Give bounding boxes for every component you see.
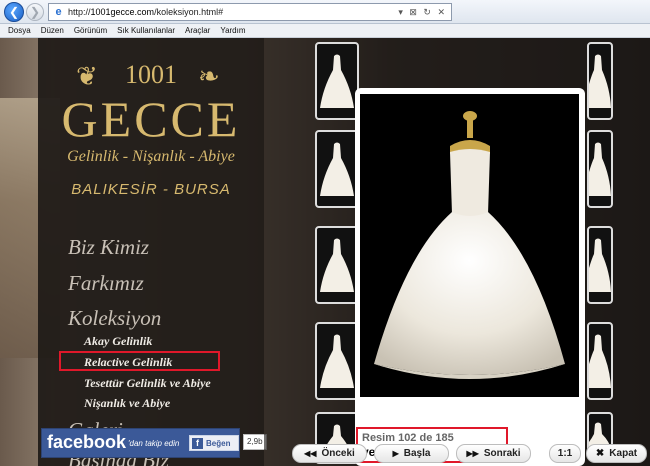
nav-sub-akay-gelinlik[interactable]: Akay Gelinlik	[84, 334, 152, 349]
start-label: Başla	[403, 448, 431, 459]
url-host: 1001gecce.com	[90, 7, 155, 17]
lightbox-counter: Resim 102 de 185	[362, 432, 454, 444]
facebook-like-label: Beğen	[206, 438, 231, 448]
actual-size-button[interactable]: 1:1	[549, 444, 581, 463]
facebook-like-button[interactable]: f Beğen	[189, 435, 239, 451]
double-right-arrow-icon: ▶▶	[466, 449, 479, 458]
dress-thumbnail-icon	[320, 334, 354, 388]
gallery-thumbnail[interactable]	[315, 42, 359, 120]
logo-number: 1001	[125, 60, 177, 89]
gallery-thumbnail[interactable]	[587, 226, 613, 304]
dress-thumbnail-icon	[589, 54, 611, 108]
web-page: ❦ ❧ 1001 GECCE Gelinlik - Nişanlık - Abi…	[0, 38, 650, 466]
dress-thumbnail-icon	[589, 238, 611, 292]
gallery-thumbnail[interactable]	[587, 130, 613, 208]
browser-toolbar: ❮ ❯ e http://1001gecce.com/koleksiyon.ht…	[0, 0, 650, 24]
gallery-thumbnail[interactable]	[315, 322, 359, 400]
lightbox	[355, 88, 585, 466]
address-bar[interactable]: e http://1001gecce.com/koleksiyon.html# …	[48, 3, 452, 21]
play-icon: ▶	[392, 449, 399, 458]
back-arrow-icon[interactable]: ❮	[4, 2, 24, 22]
next-label: Sonraki	[483, 448, 521, 459]
nav-farkimiz[interactable]: Farkımız	[68, 271, 144, 296]
menu-item-araclar[interactable]: Araçlar	[185, 26, 210, 35]
nav-sub-tesettur[interactable]: Tesettür Gelinlik ve Abiye	[84, 376, 211, 391]
dress-thumbnail-icon	[589, 334, 611, 388]
close-label: Kapat	[609, 448, 638, 459]
previous-label: Önceki	[321, 448, 355, 459]
gallery-thumbnail[interactable]	[315, 226, 359, 304]
dress-thumbnail-icon	[320, 238, 354, 292]
ie-page-icon: e	[55, 5, 62, 18]
menu-bar: Dosya Düzen Görünüm Sık Kullanılanlar Ar…	[0, 24, 650, 38]
address-tools-icon[interactable]: ▾ ⊠ ↻ ✕	[398, 7, 451, 18]
wedding-dress-image	[360, 94, 579, 397]
close-icon: ✖	[595, 448, 605, 459]
menu-item-dosya[interactable]: Dosya	[8, 26, 31, 35]
next-button[interactable]: ▶▶ Sonraki	[456, 444, 531, 463]
menu-item-yardim[interactable]: Yardım	[220, 26, 245, 35]
url-prefix: http://	[68, 7, 91, 17]
nav-koleksiyon[interactable]: Koleksiyon	[68, 306, 161, 331]
gallery-thumbnail[interactable]	[587, 42, 613, 120]
start-slideshow-button[interactable]: ▶ Başla	[374, 444, 449, 463]
address-url[interactable]: http://1001gecce.com/koleksiyon.html#	[68, 7, 398, 17]
annotation-highlight-box	[59, 351, 220, 371]
facebook-logo: facebook	[47, 432, 127, 452]
actual-size-label: 1:1	[557, 448, 573, 459]
dress-thumbnail-icon	[320, 142, 354, 196]
facebook-follow-bar[interactable]: facebook 'dan takip edin f Beğen	[41, 428, 240, 458]
menu-item-sik-kullanilanlar[interactable]: Sık Kullanılanlar	[117, 26, 175, 35]
url-path: /koleksiyon.html#	[154, 7, 224, 17]
lightbox-image	[360, 94, 579, 397]
sidebar: ❦ ❧ 1001 GECCE Gelinlik - Nişanlık - Abi…	[38, 38, 264, 466]
logo-name[interactable]: GECCE	[38, 90, 264, 148]
close-button[interactable]: ✖ Kapat	[586, 444, 647, 463]
dress-thumbnail-icon	[320, 54, 354, 108]
nav-biz-kimiz[interactable]: Biz Kimiz	[68, 235, 149, 260]
gallery-thumbnail[interactable]	[315, 130, 359, 208]
logo-cities: BALIKESİR - BURSA	[71, 181, 231, 198]
facebook-f-icon: f	[192, 437, 203, 449]
menu-item-gorunum[interactable]: Görünüm	[74, 26, 107, 35]
menu-item-duzen[interactable]: Düzen	[41, 26, 64, 35]
previous-button[interactable]: ◀◀ Önceki	[292, 444, 367, 463]
logo-tagline: Gelinlik - Nişanlık - Abiye	[67, 148, 235, 165]
forward-arrow-icon[interactable]: ❯	[26, 3, 44, 21]
gallery-thumbnail[interactable]	[587, 322, 613, 400]
double-left-arrow-icon: ◀◀	[304, 449, 317, 458]
nav-sub-nisanlik[interactable]: Nişanlık ve Abiye	[84, 396, 170, 411]
facebook-follow-text: 'dan takip edin	[128, 439, 180, 448]
dress-thumbnail-icon	[589, 142, 611, 196]
